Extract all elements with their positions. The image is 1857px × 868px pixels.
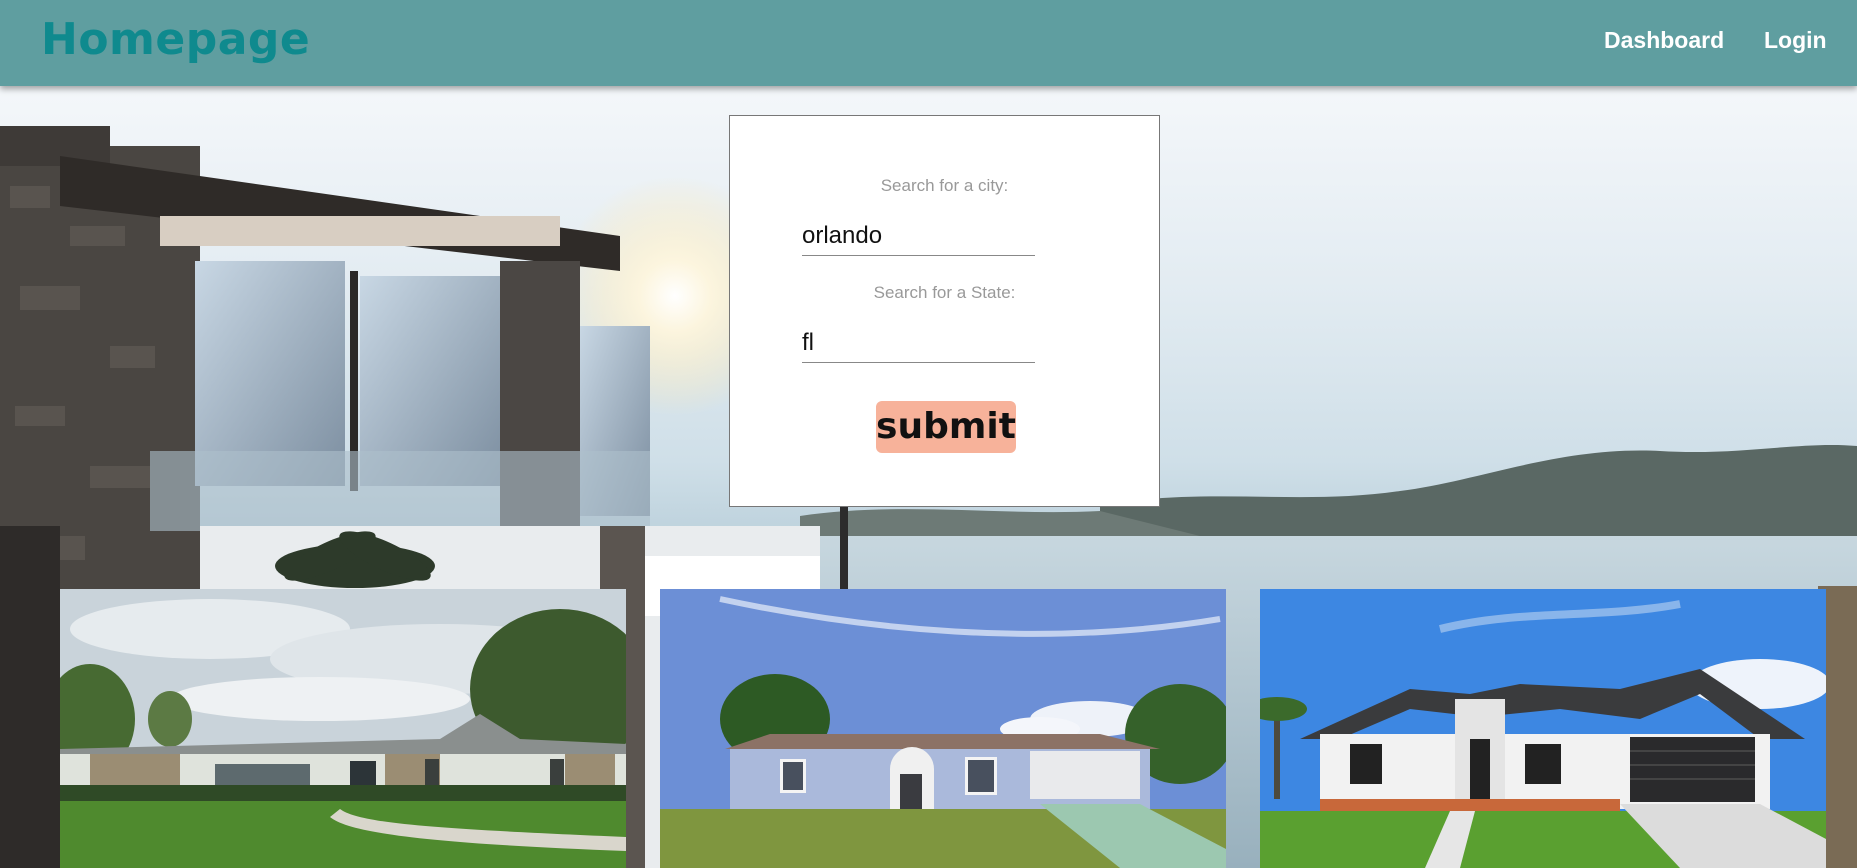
city-search-input[interactable] bbox=[802, 216, 1035, 256]
brand-homepage-link[interactable]: Homepage bbox=[41, 14, 310, 65]
blue-house-photo bbox=[660, 589, 1226, 868]
top-navbar: Homepage Dashboard Login bbox=[0, 0, 1857, 86]
ranch-house-photo bbox=[60, 589, 626, 868]
submit-button[interactable]: submit bbox=[876, 401, 1016, 453]
state-search-input[interactable] bbox=[802, 323, 1035, 363]
search-form-card: Search for a city: Search for a State: s… bbox=[729, 115, 1160, 507]
nav-login-link[interactable]: Login bbox=[1764, 27, 1827, 54]
city-field-label: Search for a city: bbox=[880, 176, 1009, 195]
nav-dashboard-link[interactable]: Dashboard bbox=[1604, 27, 1724, 54]
listing-card[interactable] bbox=[1260, 589, 1826, 868]
white-modern-house-photo bbox=[1260, 589, 1826, 868]
state-field-label: Search for a State: bbox=[873, 283, 1016, 302]
listing-card[interactable] bbox=[60, 589, 626, 868]
listing-card[interactable] bbox=[660, 589, 1226, 868]
